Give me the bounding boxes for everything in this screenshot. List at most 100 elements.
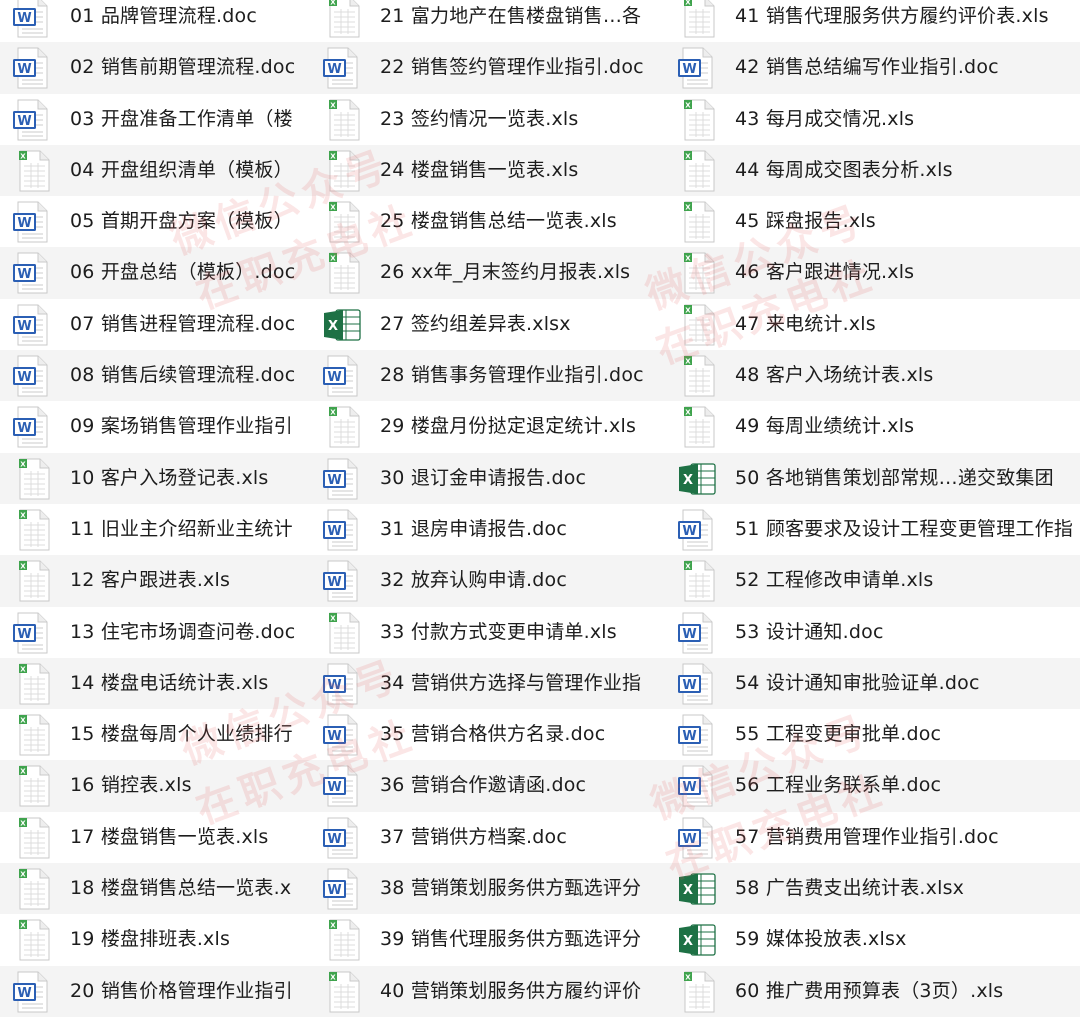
file-name[interactable]: 43 每月成交情况.xls bbox=[735, 94, 914, 145]
file-item[interactable]: X 52 工程修改申请单.xls bbox=[665, 555, 1080, 607]
file-item[interactable]: X 19 楼盘排班表.xls bbox=[0, 914, 310, 965]
file-item[interactable]: W 38 营销策划服务供方甄选评分 bbox=[310, 863, 665, 915]
word-doc-icon[interactable]: W bbox=[677, 765, 717, 807]
file-name[interactable]: 07 销售进程管理流程.doc bbox=[70, 299, 295, 350]
file-name[interactable]: 56 工程业务联系单.doc bbox=[735, 760, 941, 811]
file-name[interactable]: 29 楼盘月份挞定退定统计.xls bbox=[380, 401, 636, 452]
file-name[interactable]: 58 广告费支出统计表.xlsx bbox=[735, 863, 964, 914]
file-name[interactable]: 21 富力地产在售楼盘销售…各 bbox=[380, 0, 641, 42]
file-name[interactable]: 02 销售前期管理流程.doc bbox=[70, 42, 295, 93]
word-doc-icon[interactable]: W bbox=[677, 714, 717, 756]
xls-sheet-icon[interactable]: X bbox=[12, 458, 52, 500]
file-item[interactable]: X 23 签约情况一览表.xls bbox=[310, 94, 665, 145]
file-name[interactable]: 28 销售事务管理作业指引.doc bbox=[380, 350, 644, 401]
file-name[interactable]: 37 营销供方档案.doc bbox=[380, 812, 567, 863]
file-name[interactable]: 45 踩盘报告.xls bbox=[735, 196, 876, 247]
xls-sheet-icon[interactable]: X bbox=[12, 714, 52, 756]
file-name[interactable]: 46 客户跟进情况.xls bbox=[735, 247, 914, 298]
file-item[interactable]: X 44 每周成交图表分析.xls bbox=[665, 144, 1080, 197]
word-doc-icon[interactable]: W bbox=[322, 663, 362, 705]
xls-sheet-icon[interactable]: X bbox=[677, 971, 717, 1013]
file-name[interactable]: 54 设计通知审批验证单.doc bbox=[735, 658, 980, 709]
file-name[interactable]: 16 销控表.xls bbox=[70, 760, 192, 811]
xls-sheet-icon[interactable]: X bbox=[322, 99, 362, 141]
xls-sheet-icon[interactable]: X bbox=[12, 663, 52, 705]
file-name[interactable]: 18 楼盘销售总结一览表.x bbox=[70, 863, 291, 914]
word-doc-icon[interactable]: W bbox=[12, 406, 52, 448]
file-item[interactable]: X 04 开盘组织清单（模板） bbox=[0, 144, 310, 197]
file-item[interactable]: W 07 销售进程管理流程.doc bbox=[0, 299, 310, 350]
file-item[interactable]: W 56 工程业务联系单.doc bbox=[665, 760, 1080, 812]
file-item[interactable]: X 58 广告费支出统计表.xlsx bbox=[665, 863, 1080, 915]
xls-sheet-icon[interactable]: X bbox=[322, 612, 362, 654]
xls-sheet-icon[interactable]: X bbox=[677, 304, 717, 346]
xls-sheet-icon[interactable]: X bbox=[677, 150, 717, 192]
file-name[interactable]: 15 楼盘每周个人业绩排行 bbox=[70, 709, 293, 760]
file-name[interactable]: 60 推广费用预算表（3页）.xls bbox=[735, 966, 1003, 1017]
xls-sheet-icon[interactable]: X bbox=[322, 150, 362, 192]
word-doc-icon[interactable]: W bbox=[322, 47, 362, 89]
file-item[interactable]: X 49 每周业绩统计.xls bbox=[665, 401, 1080, 452]
file-name[interactable]: 12 客户跟进表.xls bbox=[70, 555, 230, 606]
file-item[interactable]: X 60 推广费用预算表（3页）.xls bbox=[665, 965, 1080, 1017]
word-doc-icon[interactable]: W bbox=[322, 560, 362, 602]
file-item[interactable]: X 46 客户跟进情况.xls bbox=[665, 247, 1080, 299]
file-item[interactable]: X 17 楼盘销售一览表.xls bbox=[0, 812, 310, 863]
xls-sheet-icon[interactable]: X bbox=[677, 560, 717, 602]
file-name[interactable]: 20 销售价格管理作业指引 bbox=[70, 966, 293, 1017]
file-item[interactable]: X 39 销售代理服务供方甄选评分 bbox=[310, 914, 665, 965]
xls-sheet-icon[interactable]: X bbox=[677, 99, 717, 141]
word-doc-icon[interactable]: W bbox=[12, 0, 52, 38]
file-item[interactable]: X 40 营销策划服务供方履约评价 bbox=[310, 965, 665, 1017]
file-item[interactable]: X 15 楼盘每周个人业绩排行 bbox=[0, 709, 310, 760]
file-name[interactable]: 03 开盘准备工作清单（楼 bbox=[70, 94, 293, 145]
file-item[interactable]: W 01 品牌管理流程.doc bbox=[0, 0, 310, 42]
file-name[interactable]: 14 楼盘电话统计表.xls bbox=[70, 658, 268, 709]
xls-sheet-icon[interactable]: X bbox=[12, 560, 52, 602]
file-name[interactable]: 27 签约组差异表.xlsx bbox=[380, 299, 571, 350]
file-name[interactable]: 13 住宅市场调查问卷.doc bbox=[70, 607, 295, 658]
file-name[interactable]: 50 各地销售策划部常规…递交致集团 bbox=[735, 453, 1054, 504]
file-name[interactable]: 59 媒体投放表.xlsx bbox=[735, 914, 907, 965]
xls-sheet-icon[interactable]: X bbox=[322, 252, 362, 294]
file-name[interactable]: 39 销售代理服务供方甄选评分 bbox=[380, 914, 641, 965]
excel-x-icon[interactable]: X bbox=[677, 868, 717, 910]
word-doc-icon[interactable]: W bbox=[677, 509, 717, 551]
xls-sheet-icon[interactable]: X bbox=[677, 355, 717, 397]
file-item[interactable]: X 33 付款方式变更申请单.xls bbox=[310, 607, 665, 658]
xls-sheet-icon[interactable]: X bbox=[12, 150, 52, 192]
file-name[interactable]: 05 首期开盘方案（模板） bbox=[70, 196, 293, 247]
word-doc-icon[interactable]: W bbox=[12, 971, 52, 1013]
file-name[interactable]: 10 客户入场登记表.xls bbox=[70, 453, 268, 504]
file-item[interactable]: X 24 楼盘销售一览表.xls bbox=[310, 144, 665, 197]
xls-sheet-icon[interactable]: X bbox=[677, 252, 717, 294]
file-item[interactable]: X 14 楼盘电话统计表.xls bbox=[0, 657, 310, 710]
xls-sheet-icon[interactable]: X bbox=[322, 919, 362, 961]
xls-sheet-icon[interactable]: X bbox=[322, 201, 362, 243]
word-doc-icon[interactable]: W bbox=[12, 612, 52, 654]
file-item[interactable]: X 48 客户入场统计表.xls bbox=[665, 350, 1080, 402]
file-item[interactable]: X 41 销售代理服务供方履约评价表.xls bbox=[665, 0, 1080, 42]
file-name[interactable]: 32 放弃认购申请.doc bbox=[380, 555, 567, 606]
file-item[interactable]: W 31 退房申请报告.doc bbox=[310, 504, 665, 555]
file-item[interactable]: X 59 媒体投放表.xlsx bbox=[665, 914, 1080, 965]
word-doc-icon[interactable]: W bbox=[322, 765, 362, 807]
file-item[interactable]: W 34 营销供方选择与管理作业指 bbox=[310, 657, 665, 710]
file-name[interactable]: 40 营销策划服务供方履约评价 bbox=[380, 966, 641, 1017]
excel-x-icon[interactable]: X bbox=[677, 919, 717, 961]
file-name[interactable]: 36 营销合作邀请函.doc bbox=[380, 760, 586, 811]
word-doc-icon[interactable]: W bbox=[322, 355, 362, 397]
file-name[interactable]: 55 工程变更审批单.doc bbox=[735, 709, 941, 760]
xls-sheet-icon[interactable]: X bbox=[12, 765, 52, 807]
file-item[interactable]: W 08 销售后续管理流程.doc bbox=[0, 350, 310, 402]
file-item[interactable]: W 28 销售事务管理作业指引.doc bbox=[310, 350, 665, 402]
file-item[interactable]: X 10 客户入场登记表.xls bbox=[0, 452, 310, 504]
word-doc-icon[interactable]: W bbox=[322, 509, 362, 551]
xls-sheet-icon[interactable]: X bbox=[12, 868, 52, 910]
file-item[interactable]: X 18 楼盘销售总结一览表.x bbox=[0, 863, 310, 915]
file-item[interactable]: W 05 首期开盘方案（模板） bbox=[0, 196, 310, 247]
xls-sheet-icon[interactable]: X bbox=[677, 0, 717, 38]
word-doc-icon[interactable]: W bbox=[322, 817, 362, 859]
word-doc-icon[interactable]: W bbox=[12, 304, 52, 346]
file-item[interactable]: W 02 销售前期管理流程.doc bbox=[0, 42, 310, 94]
